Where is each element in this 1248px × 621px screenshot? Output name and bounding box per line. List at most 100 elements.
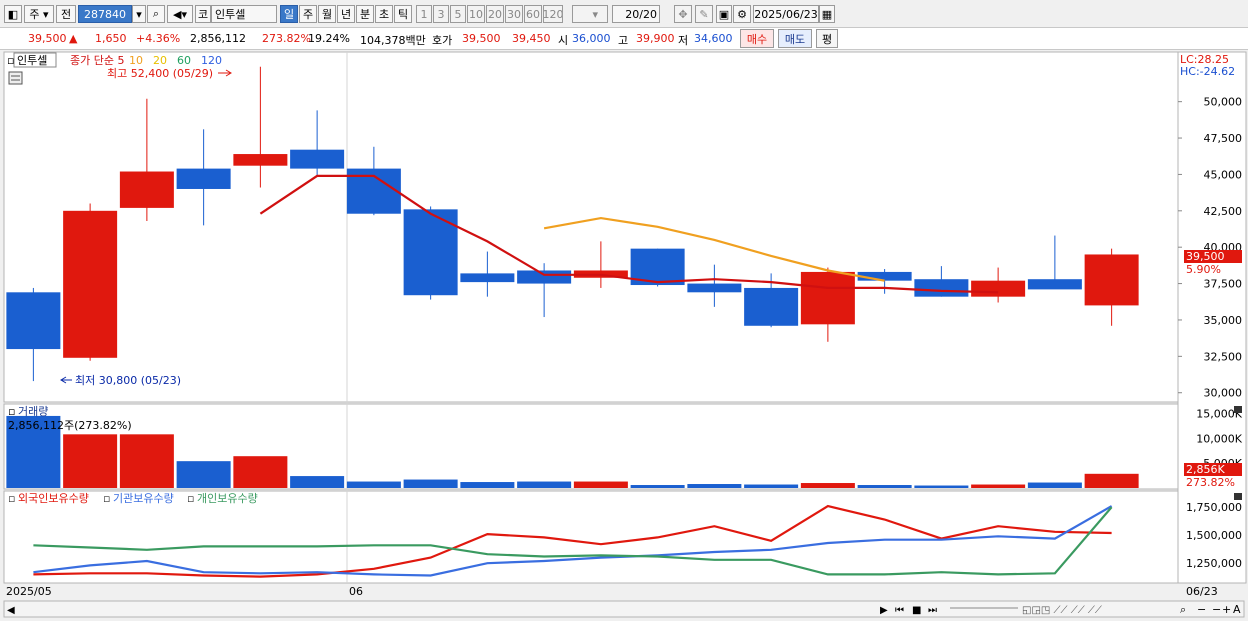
up-arrow-icon: ▲ [69,32,78,45]
draw-icon[interactable]: ✎ [695,5,713,23]
low-label: 저 [678,34,689,47]
speaker-icon[interactable]: ◀▾ [167,5,193,23]
volume-note: 2,856,112주(273.82%) [8,419,132,432]
candle-body [687,283,742,293]
period-tab[interactable]: 분 [356,5,374,23]
volume-bar [119,434,174,488]
period-tab[interactable]: 초 [375,5,393,23]
period-tab[interactable]: 주 [299,5,317,23]
interval-tab[interactable]: 10 [467,5,485,23]
stock-chart[interactable]: 50,00047,50045,00042,50040,00037,50035,0… [0,50,1248,621]
legend-marker-icon: ▫ [187,492,194,505]
price-tick-label: 50,000 [1204,96,1243,109]
candle-body [1027,279,1082,290]
legend-marker-icon: ▫ [7,54,14,67]
holdings-tick-label: 1,500,000 [1186,529,1242,542]
volume-tick-label: 10,000K [1196,432,1242,445]
candle-body [914,279,969,297]
market-type[interactable]: 코 [195,5,211,23]
volume-bar [403,479,458,488]
holdings-tick-label: 1,250,000 [1186,557,1242,570]
save-icon[interactable]: ▣ [716,5,732,23]
period-tab[interactable]: 월 [318,5,336,23]
interval-tab[interactable]: 5 [450,5,466,23]
ask-price: 39,500 [462,32,501,45]
search-icon[interactable]: ⌕ [147,5,165,23]
interval-select[interactable]: ▾ [572,5,608,23]
crosshair-icon[interactable]: ✥ [674,5,692,23]
type-select[interactable]: 주 ▾ [24,5,54,23]
bid-price: 39,450 [512,32,551,45]
zoom-in-icon[interactable]: + [1222,603,1231,616]
volume-bar [1027,482,1082,488]
date-field[interactable]: 2025/06/23 [753,5,819,23]
period-tab[interactable]: 년 [337,5,355,23]
font-size-icon[interactable]: A [1233,603,1241,616]
zoom-search-icon[interactable]: ⌕ [1180,603,1186,616]
price-tick-label: 37,500 [1204,278,1243,291]
period-tab[interactable]: 틱 [394,5,412,23]
calendar-icon[interactable]: ▦ [819,5,835,23]
gear-icon[interactable]: ⚙ [733,5,751,23]
volume-bar [971,484,1026,488]
volume-ratio: 273.82% [262,32,311,45]
volume-panel-menu-icon[interactable] [1234,406,1242,413]
sell-button[interactable]: 매도 [778,29,812,48]
amount: 104,378백만 [360,34,426,47]
high-price: 39,900 [636,32,675,45]
scroll-first-icon[interactable]: ⏮ [895,605,904,616]
quote-label: 호가 [432,34,453,47]
hc-value: HC:-24.62 [1180,65,1235,78]
volume-bar [176,461,231,488]
prev-button[interactable]: 전 [56,5,76,23]
zoom-minus-icon[interactable]: − [1212,603,1221,616]
layout-icons[interactable]: ◱◲◳ ⟋⟋ ⟋⟋ ⟋⟋ [1022,605,1102,616]
volume-bar [914,485,969,488]
candle-body [63,210,118,358]
volume-title: 거래량 [18,405,48,418]
price-tick-label: 45,000 [1204,168,1243,181]
interval-tab[interactable]: 1 [416,5,432,23]
scroll-last-icon[interactable]: ⏭ [928,605,937,616]
price-tick-label: 47,500 [1204,132,1243,145]
scroll-left-icon[interactable]: ◀ [7,605,15,616]
stock-code-input[interactable]: 287840 [78,5,132,23]
candle-body [744,287,799,326]
balance-button[interactable]: 평 [816,29,838,48]
candle-body [290,149,345,169]
candle-body [233,154,288,166]
table-icon[interactable] [8,71,23,85]
period-tab[interactable]: 일 [280,5,298,23]
price: 39,500 [28,32,67,45]
buy-button[interactable]: 매수 [740,29,774,48]
candle-body [800,271,855,325]
x-axis-start: 2025/05 [6,585,52,598]
holdings-panel-menu-icon[interactable] [1234,493,1242,500]
interval-tab[interactable]: 30 [505,5,523,23]
interval-tab[interactable]: 60 [524,5,542,23]
interval-tab[interactable]: 20 [486,5,504,23]
count-field[interactable]: 20/20 [612,5,660,23]
legend-marker-icon: ▫ [8,492,15,505]
volume-bar [63,434,118,488]
volume-bar [1084,473,1139,488]
volume-bar [233,456,288,488]
ma-legend-item: 10 [129,54,143,67]
high-note: 최고 52,400 (05/29) [107,67,213,80]
stop-icon[interactable]: ■ [912,605,921,616]
interval-tab[interactable]: 120 [543,5,563,23]
code-dropdown-icon[interactable]: ▾ [132,5,146,23]
holdings-legend-item: 외국인보유수량 [18,492,89,505]
candle-body [460,273,515,283]
volume-bar [687,484,742,488]
interval-tab[interactable]: 3 [433,5,449,23]
stock-name-field[interactable]: 인투셀 [211,5,277,23]
chart-mode-icon[interactable]: ◧ [4,5,22,23]
scroll-right-icon[interactable]: ▶ [880,605,888,616]
turnover: 19.24% [308,32,350,45]
ma-legend-item: 60 [177,54,191,67]
price-tick-label: 35,000 [1204,314,1243,327]
zoom-out-icon[interactable]: − [1197,603,1206,616]
volume-bar [460,482,515,488]
volume: 2,856,112 [190,32,246,45]
